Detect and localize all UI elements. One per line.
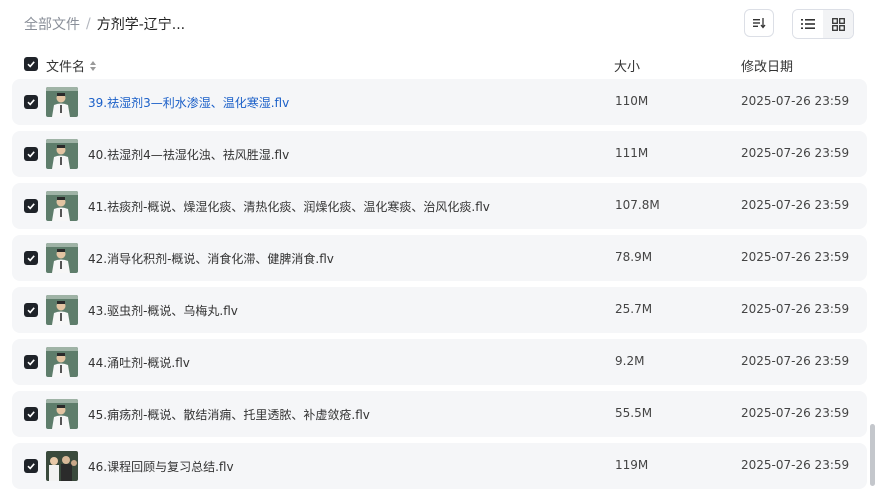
file-modified-date: 2025-07-26 23:59 bbox=[741, 94, 850, 108]
file-size: 107.8M bbox=[615, 198, 660, 212]
name-column-header[interactable]: 文件名 bbox=[46, 56, 98, 75]
top-bar: 全部文件 / 方剂学-辽宁... bbox=[0, 0, 878, 48]
file-modified-date: 2025-07-26 23:59 bbox=[741, 458, 850, 472]
breadcrumb-separator: / bbox=[86, 16, 91, 32]
video-thumbnail-icon[interactable] bbox=[46, 451, 78, 481]
file-checkbox[interactable] bbox=[24, 355, 38, 369]
file-checkbox[interactable] bbox=[24, 251, 38, 265]
video-thumbnail-icon[interactable] bbox=[46, 243, 78, 273]
file-checkbox[interactable] bbox=[24, 147, 38, 161]
list-view-icon bbox=[801, 19, 815, 29]
check-icon bbox=[27, 463, 35, 470]
file-modified-date: 2025-07-26 23:59 bbox=[741, 250, 850, 264]
video-thumbnail-icon[interactable] bbox=[46, 139, 78, 169]
video-thumbnail-icon[interactable] bbox=[46, 191, 78, 221]
file-name[interactable]: 45.痈疡剂-概说、散结消痈、托里透脓、补虚敛疮.flv bbox=[88, 406, 370, 423]
check-icon bbox=[27, 255, 35, 262]
select-all-checkbox[interactable] bbox=[24, 57, 38, 71]
file-modified-date: 2025-07-26 23:59 bbox=[741, 146, 850, 160]
file-name[interactable]: 44.涌吐剂-概说.flv bbox=[88, 354, 190, 371]
check-icon bbox=[27, 151, 35, 158]
file-row[interactable]: 45.痈疡剂-概说、散结消痈、托里透脓、补虚敛疮.flv 55.5M 2025-07… bbox=[12, 391, 867, 437]
file-modified-date: 2025-07-26 23:59 bbox=[741, 354, 850, 368]
file-name[interactable]: 39.祛湿剂3—利水渗湿、温化寒湿.flv bbox=[88, 94, 289, 111]
file-row[interactable]: 46.课程回顾与复习总结.flv 119M 2025-07-26 23:59 bbox=[12, 443, 867, 489]
file-modified-date: 2025-07-26 23:59 bbox=[741, 406, 850, 420]
video-thumbnail-icon[interactable] bbox=[46, 347, 78, 377]
video-thumbnail-icon[interactable] bbox=[46, 87, 78, 117]
file-row[interactable]: 42.消导化积剂-概说、消食化滞、健脾消食.flv 78.9M 2025-07-26… bbox=[12, 235, 867, 281]
file-checkbox[interactable] bbox=[24, 407, 38, 421]
file-checkbox[interactable] bbox=[24, 199, 38, 213]
file-name[interactable]: 40.祛湿剂4—祛湿化浊、祛风胜湿.flv bbox=[88, 146, 289, 163]
check-icon bbox=[27, 359, 35, 366]
sort-arrows-icon bbox=[90, 60, 97, 71]
file-row[interactable]: 43.驱虫剂-概说、乌梅丸.flv 25.7M 2025-07-26 23:59 bbox=[12, 287, 867, 333]
file-size: 110M bbox=[615, 94, 649, 108]
check-icon bbox=[27, 307, 35, 314]
file-name[interactable]: 42.消导化积剂-概说、消食化滞、健脾消食.flv bbox=[88, 250, 334, 267]
sort-icon bbox=[753, 18, 766, 29]
file-size: 78.9M bbox=[615, 250, 653, 264]
grid-view-icon bbox=[831, 17, 845, 31]
breadcrumb-current: 方剂学-辽宁... bbox=[96, 17, 186, 33]
check-icon bbox=[27, 61, 35, 68]
check-icon bbox=[27, 203, 35, 210]
name-column-label: 文件名 bbox=[46, 60, 86, 75]
file-checkbox[interactable] bbox=[24, 303, 38, 317]
file-size: 25.7M bbox=[615, 302, 653, 316]
file-name[interactable]: 43.驱虫剂-概说、乌梅丸.flv bbox=[88, 302, 238, 319]
sort-button[interactable] bbox=[744, 9, 774, 37]
file-size: 111M bbox=[615, 146, 649, 160]
video-thumbnail-icon[interactable] bbox=[46, 295, 78, 325]
file-name[interactable]: 41.祛痰剂-概说、燥湿化痰、清热化痰、润燥化痰、温化寒痰、治风化痰.flv bbox=[88, 198, 490, 215]
check-icon bbox=[27, 411, 35, 418]
view-toggle bbox=[792, 9, 854, 39]
list-view-button[interactable] bbox=[793, 10, 823, 38]
file-size: 119M bbox=[615, 458, 649, 472]
size-column-header[interactable]: 大小 bbox=[614, 56, 640, 75]
file-list-header: 文件名 大小 修改日期 bbox=[0, 50, 878, 78]
file-name[interactable]: 46.课程回顾与复习总结.flv bbox=[88, 458, 234, 475]
file-list: 39.祛湿剂3—利水渗湿、温化寒湿.flv 110M 2025-07-26 23:5… bbox=[12, 79, 867, 495]
file-size: 55.5M bbox=[615, 406, 653, 420]
file-row[interactable]: 44.涌吐剂-概说.flv 9.2M 2025-07-26 23:59 bbox=[12, 339, 867, 385]
scrollbar-thumb[interactable] bbox=[870, 424, 875, 486]
file-row[interactable]: 39.祛湿剂3—利水渗湿、温化寒湿.flv 110M 2025-07-26 23:5… bbox=[12, 79, 867, 125]
file-modified-date: 2025-07-26 23:59 bbox=[741, 198, 850, 212]
check-icon bbox=[27, 99, 35, 106]
file-modified-date: 2025-07-26 23:59 bbox=[741, 302, 850, 316]
file-checkbox[interactable] bbox=[24, 95, 38, 109]
grid-view-button[interactable] bbox=[823, 10, 853, 38]
file-size: 9.2M bbox=[615, 354, 645, 368]
date-column-header[interactable]: 修改日期 bbox=[741, 56, 793, 75]
file-checkbox[interactable] bbox=[24, 459, 38, 473]
breadcrumb-root-link[interactable]: 全部文件 bbox=[24, 14, 80, 34]
video-thumbnail-icon[interactable] bbox=[46, 399, 78, 429]
file-row[interactable]: 41.祛痰剂-概说、燥湿化痰、清热化痰、润燥化痰、温化寒痰、治风化痰.flv 10… bbox=[12, 183, 867, 229]
breadcrumb: 全部文件 / 方剂学-辽宁... bbox=[24, 14, 185, 34]
file-row[interactable]: 40.祛湿剂4—祛湿化浊、祛风胜湿.flv 111M 2025-07-26 23:5… bbox=[12, 131, 867, 177]
